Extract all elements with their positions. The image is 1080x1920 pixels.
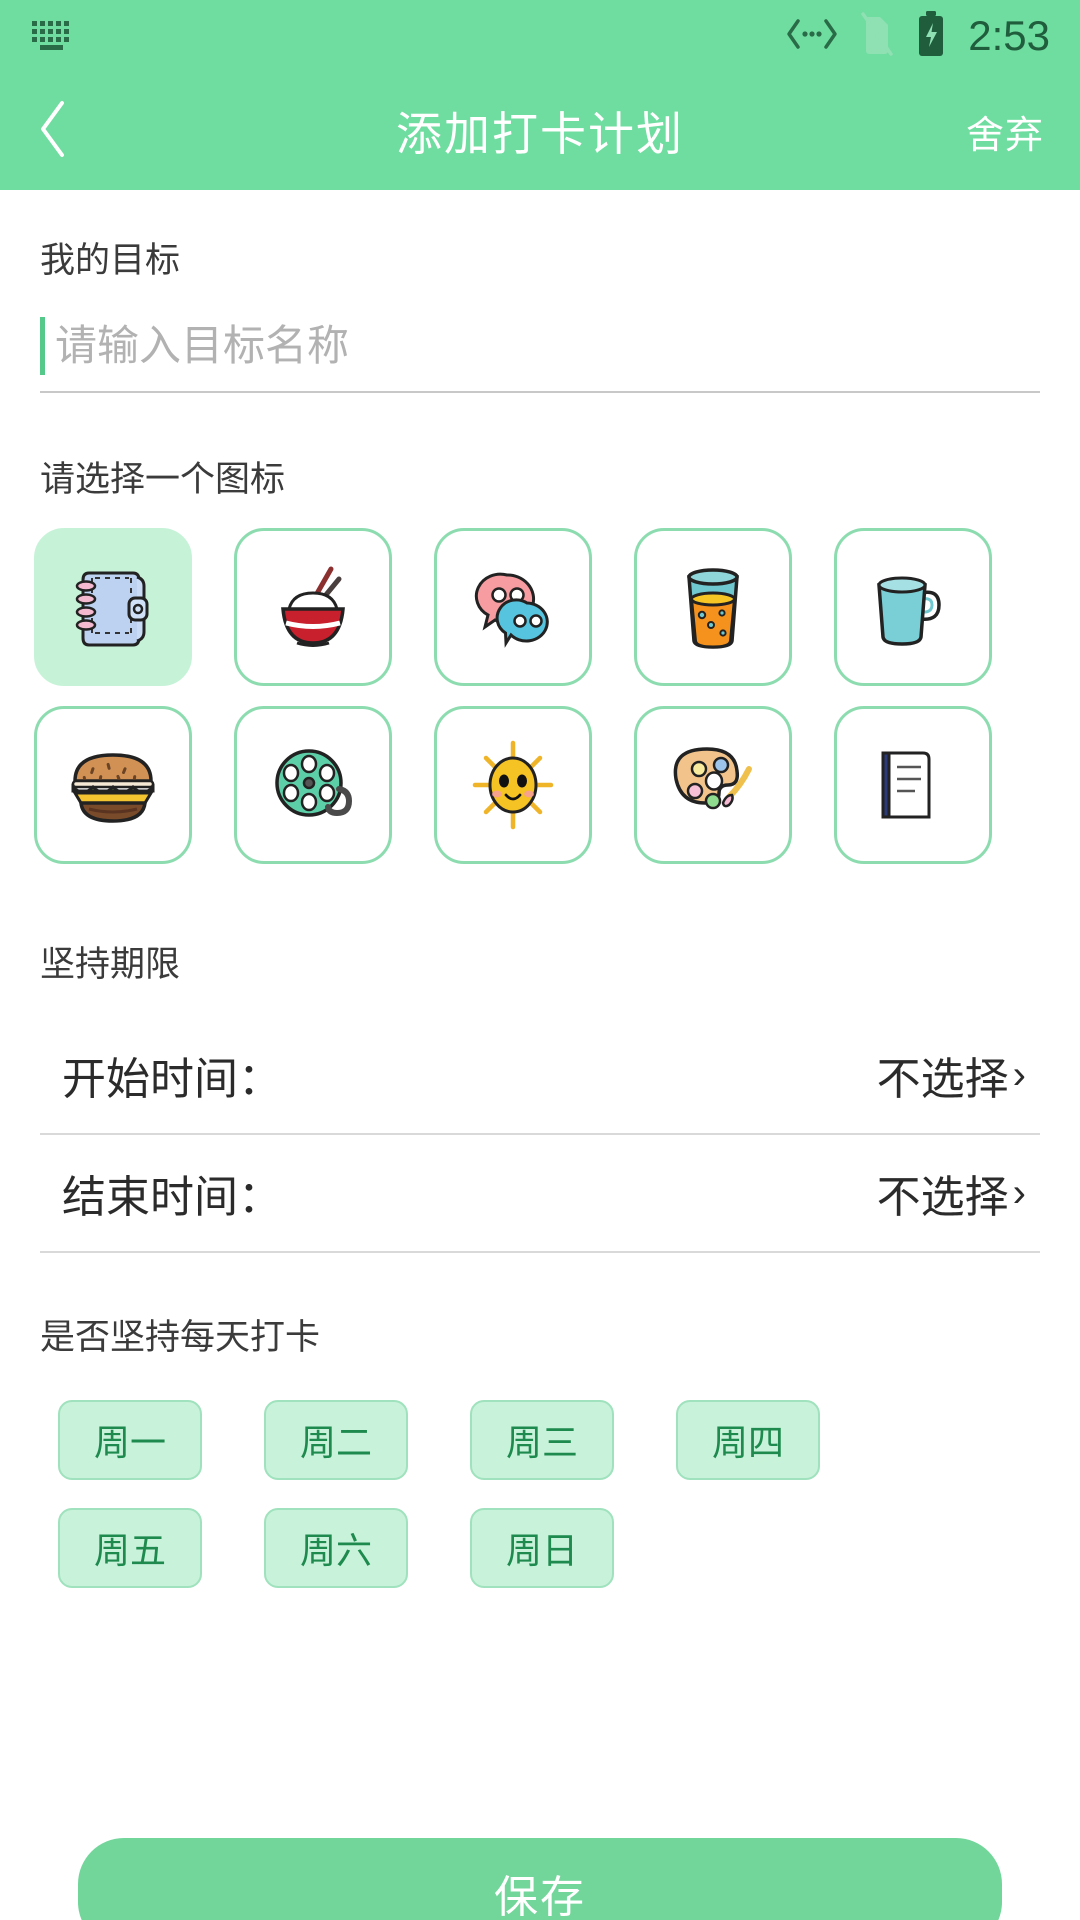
chat-bubbles-icon bbox=[459, 553, 567, 661]
book-icon bbox=[859, 731, 967, 839]
icon-tile-rice-bowl[interactable] bbox=[234, 528, 392, 686]
end-time-value-wrap: 不选择 › bbox=[877, 1161, 1026, 1225]
battery-charging-icon bbox=[916, 10, 946, 63]
discard-button[interactable]: 舍弃 bbox=[966, 104, 1044, 159]
status-bar-right: 2:53 bbox=[786, 10, 1050, 63]
weekday-chip-grid: 周一 周二 周三 周四 周五 周六 周日 bbox=[0, 1400, 1080, 1588]
weekday-row-2: 周五 周六 周日 bbox=[58, 1508, 1080, 1588]
goal-input-row[interactable] bbox=[40, 317, 1040, 393]
status-time: 2:53 bbox=[968, 12, 1050, 59]
icon-tile-mug[interactable] bbox=[834, 528, 992, 686]
chevron-right-icon: › bbox=[1012, 1171, 1026, 1215]
notebook-icon bbox=[59, 553, 167, 661]
film-reel-icon bbox=[259, 731, 367, 839]
save-button[interactable]: 保存 bbox=[78, 1838, 1002, 1920]
keyboard-icon bbox=[30, 17, 74, 56]
no-sim-icon bbox=[860, 11, 894, 62]
app-bar: 添加打卡计划 舍弃 bbox=[0, 72, 1080, 190]
icon-tile-chat-bubbles[interactable] bbox=[434, 528, 592, 686]
status-bar: 2:53 bbox=[0, 0, 1080, 72]
weekday-chip-sat[interactable]: 周六 bbox=[264, 1508, 408, 1588]
end-time-value: 不选择 bbox=[876, 1173, 1009, 1222]
weekday-chip-mon[interactable]: 周一 bbox=[58, 1400, 202, 1480]
icon-row-2 bbox=[34, 706, 1080, 864]
weekday-chip-wed[interactable]: 周三 bbox=[470, 1400, 614, 1480]
mug-icon bbox=[859, 553, 967, 661]
icon-tile-hamburger[interactable] bbox=[34, 706, 192, 864]
icon-tile-paint-palette[interactable] bbox=[634, 706, 792, 864]
icon-picker-grid bbox=[0, 528, 1080, 864]
paint-palette-icon bbox=[659, 731, 767, 839]
duration-rows: 开始时间： 不选择 › 结束时间： 不选择 › bbox=[40, 1017, 1040, 1253]
icon-picker-label: 请选择一个图标 bbox=[40, 460, 286, 499]
icon-tile-sun[interactable] bbox=[434, 706, 592, 864]
icon-tile-book[interactable] bbox=[834, 706, 992, 864]
text-caret bbox=[40, 317, 45, 375]
icon-tile-juice-glass[interactable] bbox=[634, 528, 792, 686]
data-transfer-icon bbox=[786, 17, 838, 56]
weekday-chip-thu[interactable]: 周四 bbox=[676, 1400, 820, 1480]
duration-section-label: 坚持期限 bbox=[40, 945, 181, 984]
back-button[interactable] bbox=[36, 91, 106, 171]
form-content: 我的目标 请选择一个图标 bbox=[0, 190, 1080, 1588]
icon-tile-notebook[interactable] bbox=[34, 528, 192, 686]
hamburger-icon bbox=[59, 731, 167, 839]
weekday-chip-tue[interactable]: 周二 bbox=[264, 1400, 408, 1480]
page-title: 添加打卡计划 bbox=[396, 108, 684, 160]
juice-glass-icon bbox=[659, 553, 767, 661]
goal-name-input[interactable] bbox=[55, 322, 1040, 370]
start-time-value: 不选择 bbox=[876, 1055, 1009, 1104]
end-time-row[interactable]: 结束时间： 不选择 › bbox=[40, 1135, 1040, 1253]
start-time-label: 开始时间： bbox=[62, 1055, 282, 1104]
app-screen: 2:53 添加打卡计划 舍弃 我的目标 请选择一个图标 bbox=[0, 0, 1080, 1920]
daily-section-label: 是否坚持每天打卡 bbox=[40, 1318, 321, 1357]
sun-icon bbox=[459, 731, 567, 839]
start-time-value-wrap: 不选择 › bbox=[877, 1043, 1026, 1107]
back-chevron-icon bbox=[36, 98, 70, 165]
weekday-chip-fri[interactable]: 周五 bbox=[58, 1508, 202, 1588]
rice-bowl-icon bbox=[259, 553, 367, 661]
chevron-right-icon: › bbox=[1012, 1053, 1026, 1097]
weekday-row-1: 周一 周二 周三 周四 bbox=[58, 1400, 1080, 1480]
weekday-chip-sun[interactable]: 周日 bbox=[470, 1508, 614, 1588]
status-bar-left bbox=[30, 17, 74, 56]
goal-section-label: 我的目标 bbox=[40, 241, 181, 280]
end-time-label: 结束时间： bbox=[62, 1173, 282, 1222]
icon-row-1 bbox=[34, 528, 1080, 686]
start-time-row[interactable]: 开始时间： 不选择 › bbox=[40, 1017, 1040, 1135]
icon-tile-film-reel[interactable] bbox=[234, 706, 392, 864]
